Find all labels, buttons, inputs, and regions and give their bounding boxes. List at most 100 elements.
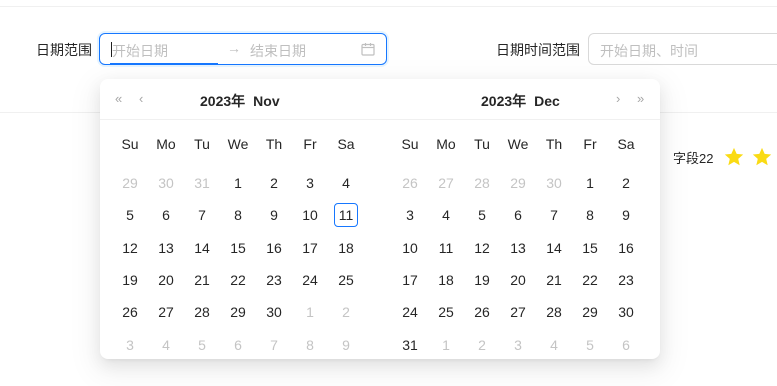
day-cell[interactable]: 30 — [608, 300, 644, 324]
day-cell[interactable]: 13 — [148, 236, 184, 260]
day-cell[interactable]: 17 — [292, 236, 328, 260]
day-cell[interactable]: 9 — [328, 333, 364, 357]
day-cell[interactable]: 31 — [392, 333, 428, 357]
day-cell[interactable]: 5 — [572, 333, 608, 357]
day-cell[interactable]: 5 — [184, 333, 220, 357]
day-cell[interactable]: 10 — [392, 236, 428, 260]
day-cell[interactable]: 23 — [256, 268, 292, 292]
day-cell[interactable]: 16 — [256, 236, 292, 260]
day-cell[interactable]: 3 — [112, 333, 148, 357]
star-icon[interactable] — [751, 146, 773, 168]
day-cell[interactable]: 20 — [500, 268, 536, 292]
day-cell[interactable]: 18 — [328, 236, 364, 260]
end-date-input[interactable]: 结束日期 — [250, 41, 306, 61]
day-cell[interactable]: 6 — [608, 333, 644, 357]
day-cell[interactable]: 15 — [572, 236, 608, 260]
month-button[interactable]: Dec — [534, 93, 560, 109]
day-cell[interactable]: 26 — [464, 300, 500, 324]
day-cell[interactable]: 25 — [428, 300, 464, 324]
day-cell[interactable]: 13 — [500, 236, 536, 260]
day-cell[interactable]: 6 — [148, 203, 184, 227]
day-cell[interactable]: 31 — [184, 171, 220, 195]
star-icon[interactable] — [723, 146, 745, 168]
super-next-year-button[interactable]: » — [637, 91, 644, 107]
day-cell[interactable]: 1 — [572, 171, 608, 195]
day-cell[interactable]: 19 — [112, 268, 148, 292]
day-cell[interactable]: 20 — [148, 268, 184, 292]
day-cell[interactable]: 4 — [148, 333, 184, 357]
day-cell[interactable]: 4 — [428, 203, 464, 227]
day-cell[interactable]: 26 — [112, 300, 148, 324]
day-cell[interactable]: 3 — [392, 203, 428, 227]
day-cell[interactable]: 17 — [392, 268, 428, 292]
day-cell[interactable]: 3 — [500, 333, 536, 357]
day-cell[interactable]: 1 — [428, 333, 464, 357]
day-cell[interactable]: 10 — [292, 203, 328, 227]
day-cell[interactable]: 12 — [112, 236, 148, 260]
day-cell[interactable]: 19 — [464, 268, 500, 292]
day-cell[interactable]: 6 — [220, 333, 256, 357]
day-cell[interactable]: 2 — [464, 333, 500, 357]
day-cell[interactable]: 28 — [464, 171, 500, 195]
day-cell[interactable]: 18 — [428, 268, 464, 292]
day-cell[interactable]: 4 — [328, 171, 364, 195]
day-cell[interactable]: 7 — [536, 203, 572, 227]
year-button[interactable]: 2023年 — [481, 93, 526, 109]
day-cell[interactable]: 29 — [572, 300, 608, 324]
year-button[interactable]: 2023年 — [200, 93, 245, 109]
day-cell[interactable]: 30 — [536, 171, 572, 195]
day-cell[interactable]: 8 — [292, 333, 328, 357]
day-cell[interactable]: 27 — [148, 300, 184, 324]
day-cell[interactable]: 29 — [500, 171, 536, 195]
day-cell[interactable]: 7 — [256, 333, 292, 357]
date-range-picker[interactable]: 开始日期 → 结束日期 — [99, 33, 387, 65]
day-cell[interactable]: 26 — [392, 171, 428, 195]
day-cell[interactable]: 6 — [500, 203, 536, 227]
day-cell[interactable]: 11 — [428, 236, 464, 260]
day-cell[interactable]: 16 — [608, 236, 644, 260]
day-cell[interactable]: 2 — [328, 300, 364, 324]
day-cell-today[interactable]: 11 — [328, 203, 364, 227]
day-cell[interactable]: 24 — [292, 268, 328, 292]
datetime-range-picker[interactable]: 开始日期、时间 → — [588, 33, 777, 65]
day-cell[interactable]: 1 — [220, 171, 256, 195]
day-cell[interactable]: 24 — [392, 300, 428, 324]
day-cell[interactable]: 12 — [464, 236, 500, 260]
day-cell[interactable]: 5 — [112, 203, 148, 227]
day-cell[interactable]: 29 — [220, 300, 256, 324]
day-cell[interactable]: 30 — [256, 300, 292, 324]
day-cell[interactable]: 2 — [608, 171, 644, 195]
day-cell[interactable]: 22 — [572, 268, 608, 292]
day-cell[interactable]: 21 — [184, 268, 220, 292]
start-date-input[interactable]: 开始日期 — [112, 41, 168, 61]
day-cell[interactable]: 21 — [536, 268, 572, 292]
day-cell[interactable]: 3 — [292, 171, 328, 195]
day-cell[interactable]: 14 — [184, 236, 220, 260]
day-cell[interactable]: 8 — [220, 203, 256, 227]
day-cell[interactable]: 28 — [184, 300, 220, 324]
day-cell[interactable]: 14 — [536, 236, 572, 260]
day-cell[interactable]: 1 — [292, 300, 328, 324]
day-cell[interactable]: 2 — [256, 171, 292, 195]
day-cell[interactable]: 4 — [536, 333, 572, 357]
calendar-icon[interactable] — [361, 42, 375, 56]
super-prev-year-button[interactable]: « — [115, 91, 122, 107]
day-cell[interactable]: 25 — [328, 268, 364, 292]
day-cell[interactable]: 29 — [112, 171, 148, 195]
start-datetime-input[interactable]: 开始日期、时间 — [600, 41, 698, 61]
day-cell[interactable]: 9 — [608, 203, 644, 227]
next-month-button[interactable]: › — [616, 91, 620, 107]
day-cell[interactable]: 30 — [148, 171, 184, 195]
day-cell[interactable]: 27 — [500, 300, 536, 324]
day-cell[interactable]: 7 — [184, 203, 220, 227]
day-cell[interactable]: 8 — [572, 203, 608, 227]
month-button[interactable]: Nov — [253, 93, 279, 109]
day-cell[interactable]: 23 — [608, 268, 644, 292]
day-cell[interactable]: 9 — [256, 203, 292, 227]
day-cell[interactable]: 15 — [220, 236, 256, 260]
day-cell[interactable]: 5 — [464, 203, 500, 227]
day-cell[interactable]: 22 — [220, 268, 256, 292]
day-cell[interactable]: 28 — [536, 300, 572, 324]
day-cell[interactable]: 27 — [428, 171, 464, 195]
prev-month-button[interactable]: ‹ — [139, 91, 143, 107]
